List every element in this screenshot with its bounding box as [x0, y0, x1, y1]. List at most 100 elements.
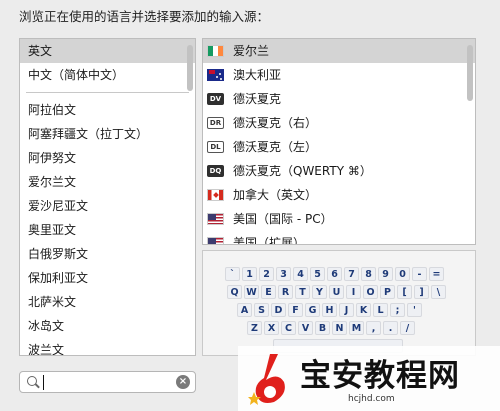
- search-icon: [27, 376, 37, 386]
- keyboard-key: B: [315, 321, 330, 335]
- keyboard-key: C: [281, 321, 296, 335]
- keyboard-key: .: [383, 321, 398, 335]
- keyboard-key: W: [244, 285, 259, 299]
- keyboard-key: \: [431, 285, 446, 299]
- watermark-text: 宝安教程网: [300, 358, 460, 394]
- page-title: 浏览正在使用的语言并选择要添加的输入源：: [19, 9, 270, 24]
- language-item[interactable]: 爱沙尼亚文: [20, 194, 195, 218]
- keyboard-key: G: [305, 303, 320, 317]
- keyboard-key: [: [397, 285, 412, 299]
- keyboard-key: 9: [378, 267, 393, 281]
- language-item[interactable]: 北萨米文: [20, 290, 195, 314]
- keyboard-key: M: [349, 321, 364, 335]
- keyboard-key: O: [363, 285, 378, 299]
- watermark: 宝安教程网 hcjhd.com: [238, 346, 500, 411]
- all-languages: 阿拉伯文 阿塞拜疆文（拉丁文） 阿伊努文 爱尔兰文 爱沙尼亚文 奥里亚文 白俄罗斯文 保加利亚…: [20, 98, 195, 355]
- input-source-label: 德沃夏克（左）: [233, 140, 318, 154]
- input-source-item[interactable]: DV 德沃夏克: [203, 87, 475, 111]
- keyboard-key: =: [429, 267, 444, 281]
- keyboard-key: D: [271, 303, 286, 317]
- language-item[interactable]: 中文（简体中文）: [20, 63, 195, 87]
- search-field[interactable]: ×: [19, 371, 196, 393]
- keyboard-key: ;: [390, 303, 405, 317]
- input-source-item[interactable]: 爱尔兰: [203, 39, 475, 63]
- dvorak-right-badge-icon: DR: [207, 117, 224, 129]
- input-source-item[interactable]: DQ 德沃夏克（QWERTY ⌘）: [203, 159, 475, 183]
- language-item[interactable]: 阿塞拜疆文（拉丁文）: [20, 122, 195, 146]
- keyboard-key: J: [339, 303, 354, 317]
- canada-flag-icon: [207, 189, 224, 201]
- input-source-label: 德沃夏克: [233, 92, 282, 106]
- keyboard-row: ` 1 2 3 4 5 6 7 8 9 0- =: [225, 267, 446, 283]
- language-item[interactable]: 白俄罗斯文: [20, 242, 195, 266]
- keyboard-key: Q: [227, 285, 242, 299]
- input-source-item[interactable]: 美国（扩展）: [203, 231, 475, 245]
- list-divider: [26, 92, 189, 93]
- language-item[interactable]: 冰岛文: [20, 314, 195, 338]
- input-source-list[interactable]: 爱尔兰澳大利亚 DV 德沃夏克 DR 德沃夏克（右） DL 德沃夏克（左） DQ 德沃夏克（QW…: [202, 38, 476, 245]
- input-source-items: 爱尔兰澳大利亚 DV 德沃夏克 DR 德沃夏克（右） DL 德沃夏克（左） DQ 德沃夏克（QW…: [203, 39, 475, 245]
- dvorak-badge-icon: DV: [207, 93, 224, 105]
- keyboard-key: ': [407, 303, 422, 317]
- keyboard-key: ,: [366, 321, 381, 335]
- language-list[interactable]: 英文 中文（简体中文） 阿拉伯文 阿塞拜疆文（拉丁文） 阿伊努文 爱尔兰文 爱沙尼亚文 奥里…: [19, 38, 196, 356]
- australia-flag-icon: [207, 69, 224, 81]
- keyboard-preview: ` 1 2 3 4 5 6 7 8 9 0- = Q W E R T Y U I O P[] \ A S D F G H J K L; ' Z X C…: [202, 250, 476, 356]
- keyboard-key: K: [356, 303, 371, 317]
- keyboard-key: F: [288, 303, 303, 317]
- input-source-label: 爱尔兰: [233, 44, 270, 58]
- language-item[interactable]: 保加利亚文: [20, 266, 195, 290]
- keyboard-key: ]: [414, 285, 429, 299]
- language-list-scrollbar[interactable]: [187, 45, 193, 91]
- keyboard-key: 1: [242, 267, 257, 281]
- keyboard-key: H: [322, 303, 337, 317]
- watermark-domain: hcjhd.com: [348, 394, 395, 404]
- keyboard-key: /: [400, 321, 415, 335]
- keyboard-row: Q W E R T Y U I O P[] \: [227, 285, 448, 301]
- dvorak-qwerty-badge-icon: DQ: [207, 165, 224, 177]
- watermark-logo-icon: [248, 354, 285, 405]
- search-input[interactable]: [46, 374, 166, 390]
- language-item[interactable]: 英文: [20, 39, 195, 63]
- input-source-label: 德沃夏克（右）: [233, 116, 318, 130]
- input-source-item[interactable]: DR 德沃夏克（右）: [203, 111, 475, 135]
- input-source-item[interactable]: 加拿大（英文）: [203, 183, 475, 207]
- keyboard-key: 2: [259, 267, 274, 281]
- input-source-label: 美国（国际 - PC）: [233, 212, 333, 226]
- keyboard-key: S: [254, 303, 269, 317]
- input-source-label: 美国（扩展）: [233, 236, 306, 245]
- keyboard-key: A: [237, 303, 252, 317]
- keyboard-key: T: [295, 285, 310, 299]
- keyboard-key: -: [412, 267, 427, 281]
- keyboard-key: R: [278, 285, 293, 299]
- keyboard-key: P: [380, 285, 395, 299]
- language-item[interactable]: 爱尔兰文: [20, 170, 195, 194]
- language-item[interactable]: 奥里亚文: [20, 218, 195, 242]
- input-source-label: 德沃夏克（QWERTY ⌘）: [233, 164, 372, 178]
- clear-search-icon[interactable]: ×: [176, 375, 190, 389]
- keyboard-key: 6: [327, 267, 342, 281]
- keyboard-key: U: [329, 285, 344, 299]
- language-item[interactable]: 波兰文: [20, 338, 195, 355]
- dvorak-left-badge-icon: DL: [207, 141, 224, 153]
- ireland-flag-icon: [207, 45, 224, 57]
- language-item[interactable]: 阿伊努文: [20, 146, 195, 170]
- input-source-scrollbar[interactable]: [467, 45, 473, 101]
- keyboard-key: N: [332, 321, 347, 335]
- language-item[interactable]: 阿拉伯文: [20, 98, 195, 122]
- keyboard-key: X: [264, 321, 279, 335]
- input-source-item[interactable]: DL 德沃夏克（左）: [203, 135, 475, 159]
- input-source-label: 加拿大（英文）: [233, 188, 318, 202]
- keyboard-key: Y: [312, 285, 327, 299]
- input-source-label: 澳大利亚: [233, 68, 282, 82]
- text-caret: [43, 375, 44, 390]
- input-source-item[interactable]: 澳大利亚: [203, 63, 475, 87]
- us-flag-icon: [207, 237, 224, 244]
- keyboard-key: E: [261, 285, 276, 299]
- keyboard-key: 3: [276, 267, 291, 281]
- pinned-languages: 英文 中文（简体中文）: [20, 39, 195, 87]
- input-source-item[interactable]: 美国（国际 - PC）: [203, 207, 475, 231]
- keyboard-key: 7: [344, 267, 359, 281]
- keyboard-row: A S D F G H J K L; ': [237, 303, 424, 319]
- keyboard-key: V: [298, 321, 313, 335]
